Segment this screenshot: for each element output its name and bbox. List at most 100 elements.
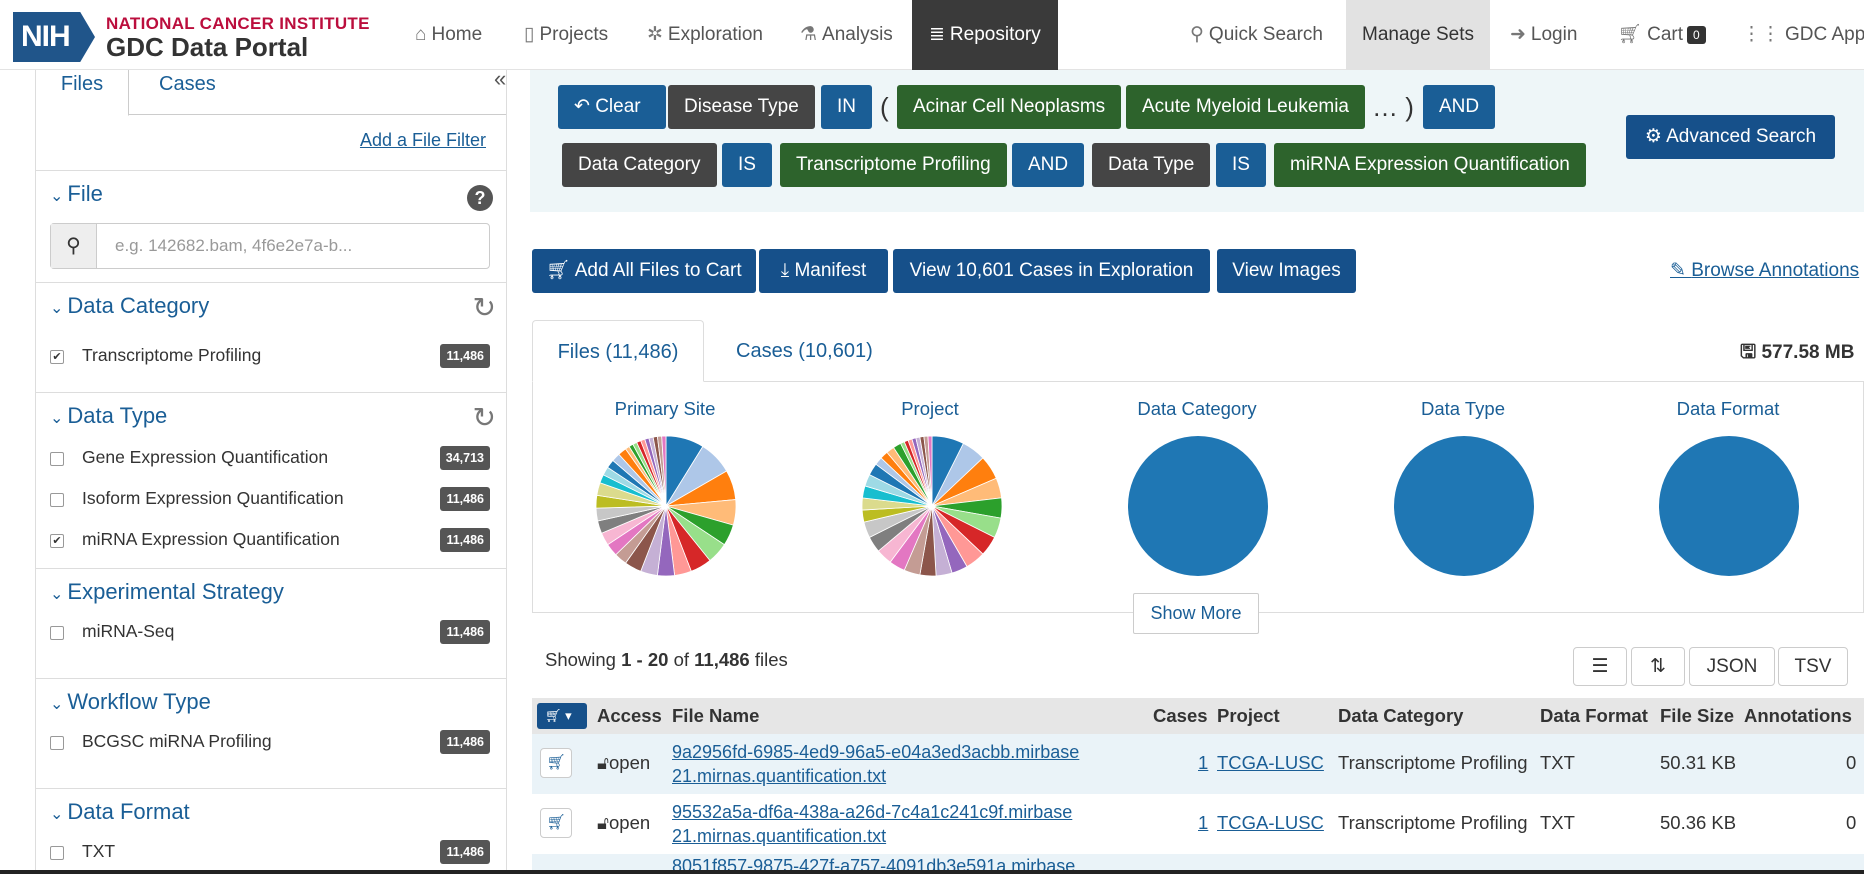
reset-icon[interactable]: ↻ bbox=[473, 401, 496, 434]
view-cases-in-exploration-button[interactable]: View 10,601 Cases in Exploration bbox=[893, 249, 1210, 293]
checkbox[interactable]: ✔ bbox=[50, 350, 64, 364]
view-images-button[interactable]: View Images bbox=[1217, 249, 1356, 293]
facet-item[interactable]: TXT 11,486 bbox=[50, 840, 490, 870]
nav-analysis[interactable]: ⚗ Analysis bbox=[800, 0, 893, 70]
query-and[interactable]: AND bbox=[1423, 85, 1496, 129]
checkbox[interactable]: ✔ bbox=[50, 534, 64, 548]
query-ellipsis[interactable]: … ) bbox=[1372, 85, 1414, 129]
col-data-format[interactable]: Data Format bbox=[1540, 705, 1648, 727]
pie-slice[interactable] bbox=[1128, 436, 1268, 576]
gears-icon: ⚙ bbox=[1644, 126, 1667, 147]
query-operator-is[interactable]: IS bbox=[1216, 143, 1266, 187]
col-file-name[interactable]: File Name bbox=[672, 705, 759, 727]
facet-title[interactable]: ⌄ Workflow Type bbox=[50, 689, 211, 715]
query-operator-in[interactable]: IN bbox=[821, 85, 872, 129]
tab-cases-results[interactable]: Cases (10,601) bbox=[736, 320, 873, 382]
nav-cart[interactable]: 🛒︎ Cart 0 bbox=[1618, 0, 1706, 70]
checkbox[interactable] bbox=[50, 452, 64, 466]
nci-title[interactable]: NATIONAL CANCER INSTITUTE bbox=[106, 14, 370, 34]
primary-site-pie-chart[interactable] bbox=[594, 434, 738, 578]
tsv-export-button[interactable]: TSV bbox=[1778, 647, 1848, 686]
pie-slice[interactable] bbox=[1394, 436, 1534, 576]
col-data-category[interactable]: Data Category bbox=[1338, 705, 1463, 727]
file-name-link[interactable]: 95532a5a-df6a-438a-a26d-7c4a1c241c9f.mir… bbox=[672, 800, 1082, 848]
checkbox[interactable] bbox=[50, 626, 64, 640]
column-toggle-button[interactable]: ☰ bbox=[1573, 647, 1627, 686]
project-pie-chart[interactable] bbox=[860, 434, 1004, 578]
data-type-pie-chart[interactable] bbox=[1392, 434, 1536, 578]
nav-repository[interactable]: ≣ Repository bbox=[912, 0, 1058, 70]
show-more-button[interactable]: Show More bbox=[1133, 593, 1259, 634]
facet-item[interactable]: ✔ miRNA Expression Quantification 11,486 bbox=[50, 528, 490, 558]
query-operator-is[interactable]: IS bbox=[722, 143, 772, 187]
browse-annotations-link[interactable]: ✎ Browse Annotations bbox=[1670, 259, 1859, 282]
data-format-pie-chart[interactable] bbox=[1657, 434, 1801, 578]
manifest-button[interactable]: ⤓ Manifest bbox=[759, 249, 888, 293]
cases-link[interactable]: 1 bbox=[1198, 812, 1208, 834]
chevron-down-icon: ⌄ bbox=[50, 410, 64, 427]
database-icon: ≣ bbox=[929, 24, 945, 45]
add-to-cart-button[interactable]: 🛒︎ bbox=[540, 808, 572, 838]
count-badge: 11,486 bbox=[440, 344, 490, 368]
checkbox[interactable] bbox=[50, 736, 64, 750]
search-icon[interactable]: ⚲ bbox=[51, 224, 97, 268]
sort-button[interactable]: ⇅ bbox=[1631, 647, 1685, 686]
query-field-data-category[interactable]: Data Category bbox=[562, 143, 717, 187]
add-to-cart-button[interactable]: 🛒︎ bbox=[540, 748, 572, 778]
reset-icon[interactable]: ↻ bbox=[473, 291, 496, 324]
advanced-search-button[interactable]: ⚙ Advanced Search bbox=[1626, 115, 1835, 159]
cart-dropdown-button[interactable]: 🛒︎ ▾ bbox=[537, 703, 587, 729]
facet-title[interactable]: ⌄ Data Type bbox=[50, 403, 167, 429]
facet-item[interactable]: BCGSC miRNA Profiling 11,486 bbox=[50, 730, 490, 760]
nav-home[interactable]: ⌂ Home bbox=[415, 0, 482, 70]
query-value-transcriptome[interactable]: Transcriptome Profiling bbox=[780, 143, 1007, 187]
checkbox[interactable] bbox=[50, 493, 64, 507]
nav-manage-sets[interactable]: Manage Sets bbox=[1346, 0, 1490, 70]
facet-item[interactable]: miRNA-Seq 11,486 bbox=[50, 620, 490, 650]
collapse-sidebar-icon[interactable]: « bbox=[494, 70, 506, 92]
query-field-data-type[interactable]: Data Type bbox=[1092, 143, 1211, 187]
file-search-input[interactable]: ⚲ e.g. 142682.bam, 4f6e2e7a-b... bbox=[50, 223, 490, 269]
file-name-link[interactable]: 9a2956fd-6985-4ed9-96a5-e04a3ed3acbb.mir… bbox=[672, 740, 1082, 788]
project-link[interactable]: TCGA-LUSC bbox=[1217, 752, 1324, 774]
facet-title[interactable]: ⌄ File bbox=[50, 181, 103, 207]
chart-title: Data Category bbox=[1137, 398, 1257, 419]
col-cases[interactable]: Cases bbox=[1153, 705, 1208, 727]
project-link[interactable]: TCGA-LUSC bbox=[1217, 812, 1324, 834]
tab-files[interactable]: Files bbox=[36, 70, 129, 116]
nav-gdc-apps[interactable]: ⋮⋮GDC Apps bbox=[1742, 0, 1864, 70]
help-icon[interactable]: ? bbox=[467, 185, 493, 211]
col-access[interactable]: Access bbox=[597, 705, 662, 727]
tab-cases[interactable]: Cases bbox=[159, 70, 216, 115]
nav-quick-search[interactable]: ⚲ Quick Search bbox=[1190, 0, 1323, 70]
nav-projects[interactable]: ▯ Projects bbox=[524, 0, 608, 70]
query-value-mirna[interactable]: miRNA Expression Quantification bbox=[1274, 143, 1586, 187]
query-and[interactable]: AND bbox=[1012, 143, 1085, 187]
nav-login[interactable]: ➜ Login bbox=[1510, 0, 1577, 70]
facet-item[interactable]: Isoform Expression Quantification 11,486 bbox=[50, 487, 490, 517]
pie-slice[interactable] bbox=[1659, 436, 1799, 576]
col-file-size[interactable]: File Size bbox=[1660, 705, 1734, 727]
data-category-pie-chart[interactable] bbox=[1126, 434, 1270, 578]
facet-title[interactable]: ⌄ Experimental Strategy bbox=[50, 579, 284, 605]
file-name-link[interactable]: 8051f857-9875-427f-a757-4091db3e591a.mir… bbox=[672, 854, 1082, 870]
portal-title[interactable]: GDC Data Portal bbox=[106, 32, 308, 63]
col-annotations[interactable]: Annotations bbox=[1744, 705, 1852, 727]
facet-item[interactable]: Gene Expression Quantification 34,713 bbox=[50, 446, 490, 476]
add-all-files-to-cart-button[interactable]: 🛒︎ Add All Files to Cart bbox=[532, 249, 756, 293]
query-field-disease-type[interactable]: Disease Type bbox=[668, 85, 815, 129]
json-export-button[interactable]: JSON bbox=[1689, 647, 1775, 686]
nih-logo[interactable]: NIH bbox=[13, 12, 95, 62]
col-project[interactable]: Project bbox=[1217, 705, 1280, 727]
clear-query-button[interactable]: ↶ Clear bbox=[558, 85, 666, 129]
query-value-acinar[interactable]: Acinar Cell Neoplasms bbox=[897, 85, 1122, 129]
cases-link[interactable]: 1 bbox=[1198, 752, 1208, 774]
facet-title[interactable]: ⌄ Data Category bbox=[50, 293, 209, 319]
facet-title[interactable]: ⌄ Data Format bbox=[50, 799, 190, 825]
nav-exploration[interactable]: ✲ Exploration bbox=[647, 0, 763, 70]
add-file-filter-link[interactable]: Add a File Filter bbox=[360, 130, 486, 151]
query-value-aml[interactable]: Acute Myeloid Leukemia bbox=[1126, 85, 1365, 129]
facet-item[interactable]: ✔ Transcriptome Profiling 11,486 bbox=[50, 344, 490, 374]
checkbox[interactable] bbox=[50, 846, 64, 860]
tab-files-results[interactable]: Files (11,486) bbox=[532, 320, 704, 382]
